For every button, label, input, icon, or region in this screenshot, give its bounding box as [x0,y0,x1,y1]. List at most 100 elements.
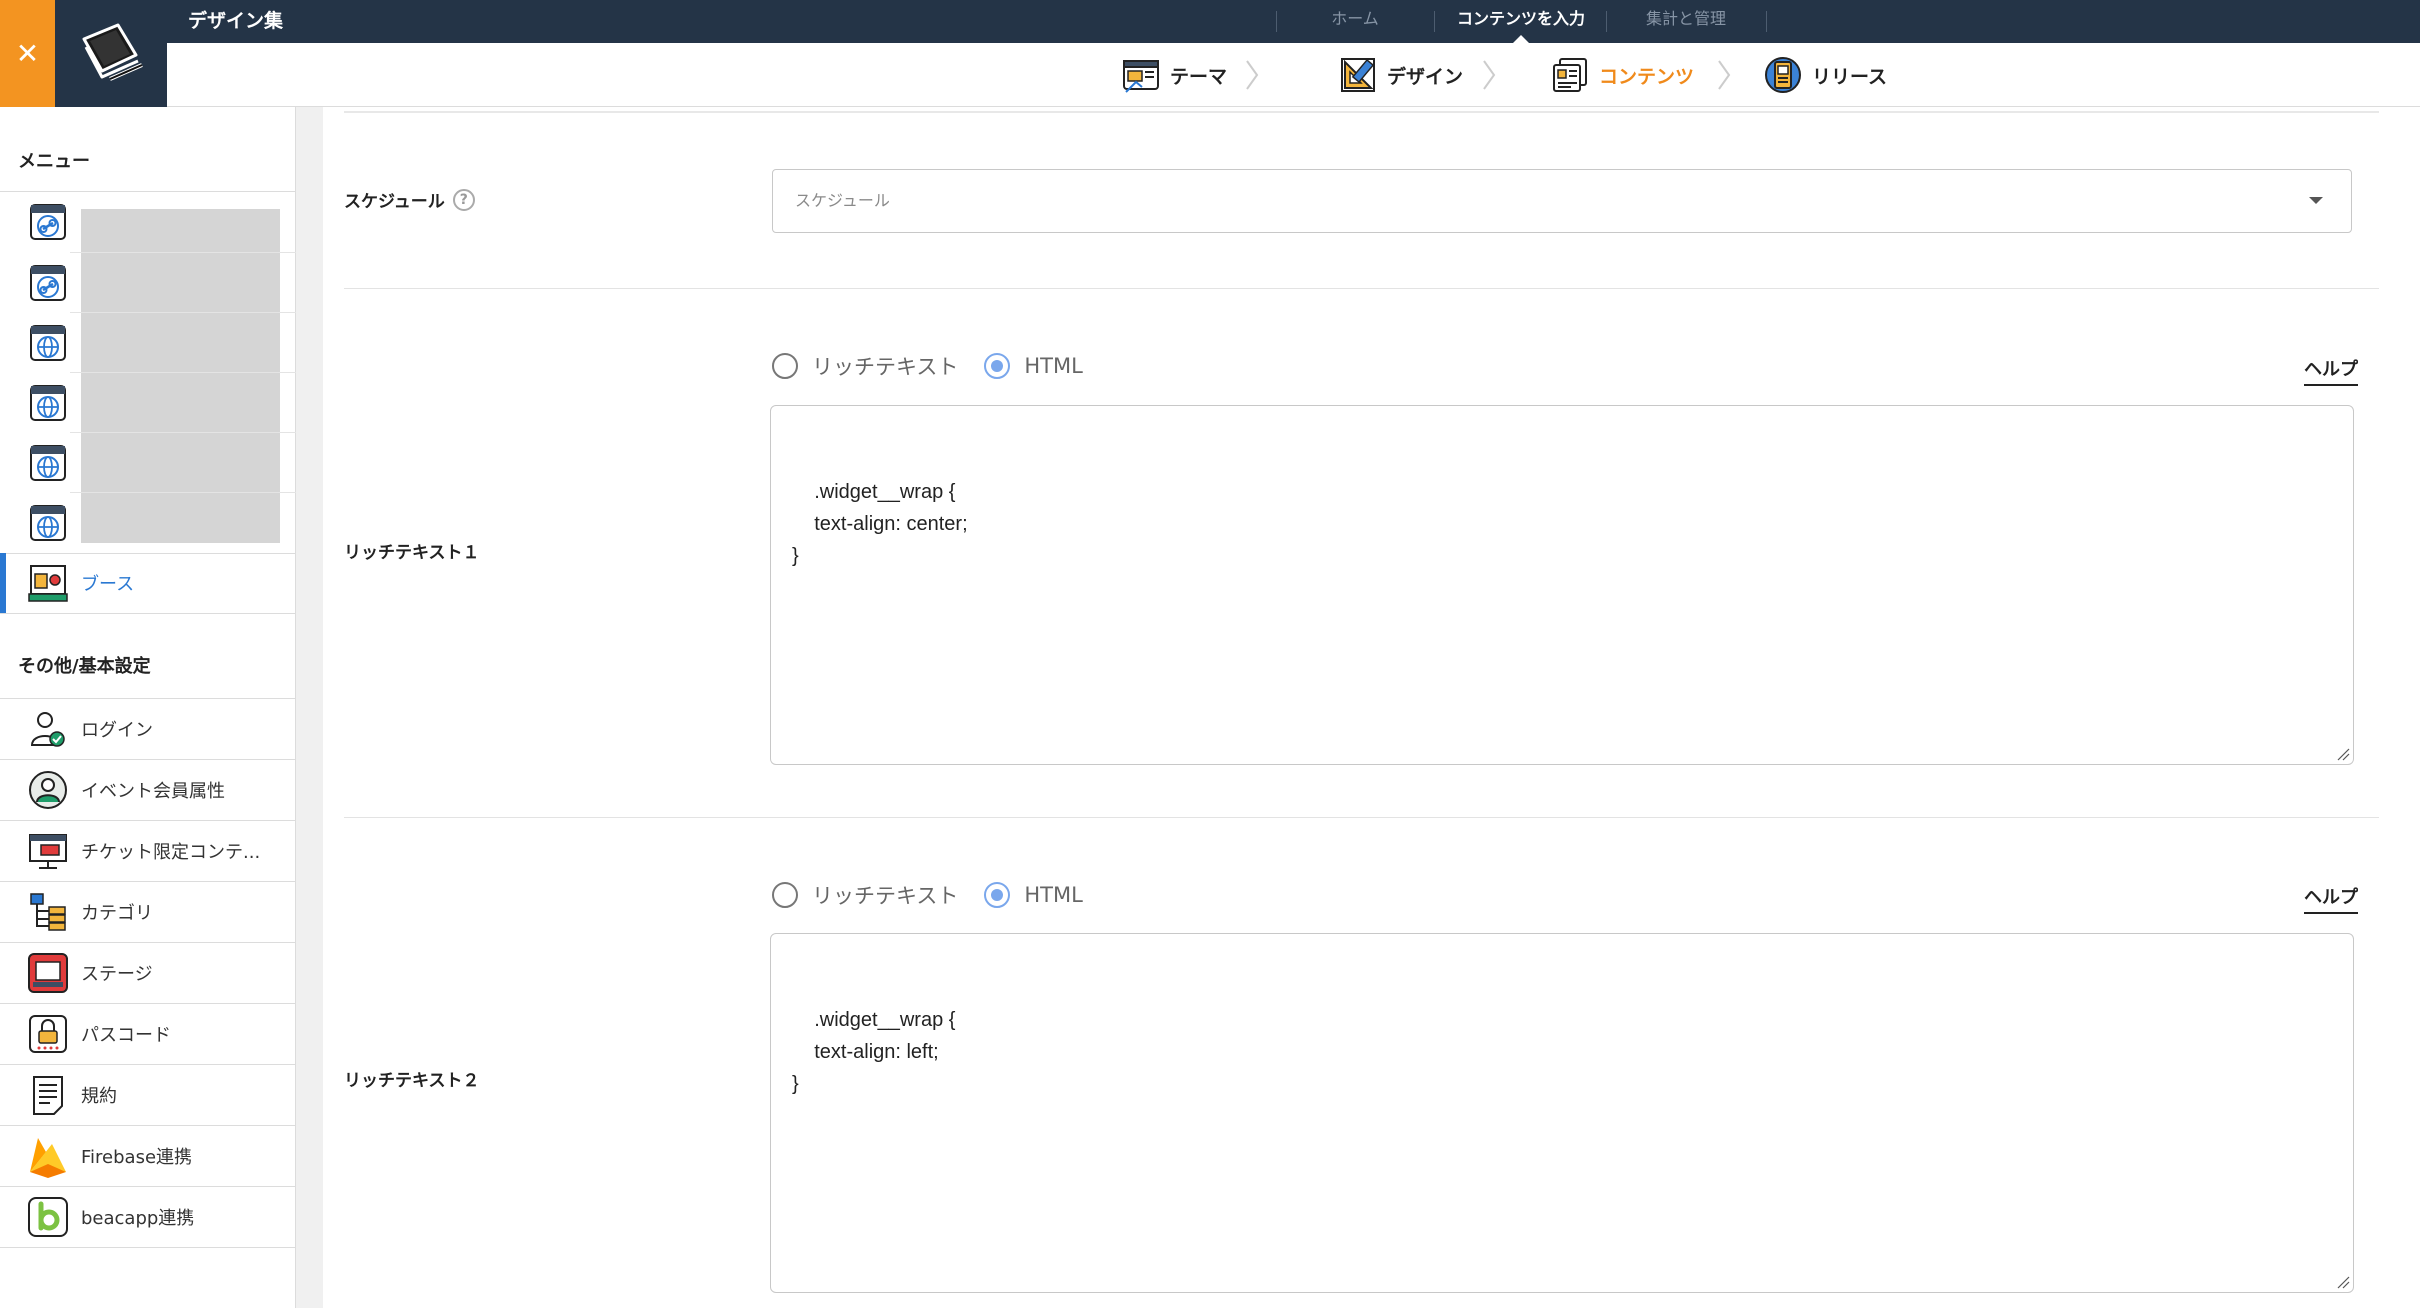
resize-handle-icon[interactable] [2336,747,2350,761]
sidebar-item-web-page[interactable] [0,493,296,553]
sidebar-item-label: カテゴリ [81,903,153,924]
link-page-icon [26,200,70,244]
field-label-text: スケジュール [344,192,445,212]
active-indicator [0,553,6,613]
nav-separator [1766,11,1767,32]
member-attribute-icon [26,768,70,812]
divider [0,613,296,614]
sidebar-item-label: ログイン [81,720,153,741]
richtext2-mode-group: リッチテキスト HTML [772,880,1109,910]
sidebar-item-stage[interactable]: ステージ [0,943,296,1003]
sidebar-item-passcode[interactable]: パスコード [0,1004,296,1064]
step-label: コンテンツ [1599,65,1695,88]
top-bar: デザイン集 ホーム コンテンツを入力 集計と管理 [0,0,2420,43]
sidebar-item-link-page[interactable] [0,192,296,252]
sidebar-item-link-page[interactable] [0,253,296,313]
radio-label: リッチテキスト [812,355,959,379]
richtext2-label: リッチテキスト２ [344,1071,480,1091]
booth-icon [26,561,70,605]
sidebar-item-label: ブース [81,574,135,595]
theme-icon [1123,60,1159,93]
nav-analytics[interactable]: 集計と管理 [1612,0,1760,43]
sidebar-item-category[interactable]: カテゴリ [0,882,296,942]
code-text: .widget__wrap { text-align: center; } [792,481,968,567]
sidebar-item-web-page[interactable] [0,433,296,493]
richtext1-mode-group: リッチテキスト HTML [772,351,1109,381]
ticket-content-icon [26,829,70,873]
link-page-icon [26,261,70,305]
richtext1-radio-html[interactable]: HTML [984,353,1083,379]
richtext2-radio-html[interactable]: HTML [984,882,1083,908]
close-button[interactable]: ✕ [0,0,55,107]
richtext2-radio-rich[interactable]: リッチテキスト [772,880,958,910]
sidebar-item-login[interactable]: ログイン [0,699,296,759]
richtext1-radio-rich[interactable]: リッチテキスト [772,351,958,381]
beacapp-icon [26,1195,70,1239]
select-placeholder: スケジュール [795,191,890,210]
divider [344,288,2379,289]
contents-icon [1553,58,1587,92]
step-label: デザイン [1387,65,1464,88]
sidebar-item-label: beacapp連携 [81,1208,195,1229]
sidebar-item-label: パスコード [81,1025,171,1046]
sidebar-item-web-page[interactable] [0,313,296,373]
design-ruler-icon [1341,58,1375,92]
richtext1-editor[interactable]: .widget__wrap { text-align: center; } [770,405,2354,765]
code-text: .widget__wrap { text-align: left; } [792,1009,956,1095]
sidebar-item-beacapp[interactable]: beacapp連携 [0,1187,296,1247]
login-user-icon [26,707,70,751]
close-icon: ✕ [15,37,40,70]
divider [0,1247,296,1248]
richtext2-editor[interactable]: .widget__wrap { text-align: left; } [770,933,2354,1293]
richtext1-help-link[interactable]: ヘルプ [2304,355,2358,386]
sidebar-item-terms[interactable]: 規約 [0,1065,296,1125]
resize-handle-icon[interactable] [2336,1275,2350,1289]
notebook-pen-icon [82,23,143,81]
stage-icon [26,951,70,995]
sidebar-item-firebase[interactable]: Firebase連携 [0,1126,296,1186]
other-settings-heading: その他/基本設定 [18,656,151,677]
main-content: スケジュール ? スケジュール リッチテキスト１ リッチテキスト HTML ヘル… [323,107,2420,1308]
step-design[interactable]: デザイン [1339,55,1463,95]
radio-label: HTML [1024,354,1083,378]
sidebar-item-ticket-content[interactable]: チケット限定コンテ... [0,821,296,881]
category-icon [26,890,70,934]
step-theme[interactable]: テーマ [1122,55,1227,95]
richtext1-label: リッチテキスト１ [344,543,480,563]
radio-circle [984,353,1011,379]
sidebar-item-label: ステージ [81,964,153,985]
passcode-lock-icon [26,1012,70,1056]
radio-circle [772,882,798,908]
sidebar-item-label: Firebase連携 [81,1147,193,1168]
radio-label: リッチテキスト [812,884,959,908]
globe-page-icon [26,321,70,365]
nav-home[interactable]: ホーム [1284,0,1426,43]
richtext2-help-link[interactable]: ヘルプ [2304,883,2358,914]
question-icon[interactable]: ? [452,188,475,211]
divider [344,817,2379,818]
divider [344,111,2379,113]
schedule-select[interactable]: スケジュール [772,169,2352,233]
radio-circle [984,882,1011,908]
menu-heading: メニュー [18,151,90,172]
nav-separator [1606,11,1607,32]
release-icon [1765,57,1801,93]
chevron-right-icon [1483,60,1496,90]
step-contents[interactable]: コンテンツ [1551,55,1694,95]
radio-circle [772,353,798,379]
globe-page-icon [26,381,70,425]
nav-active-caret [1513,35,1529,43]
step-label: テーマ [1170,65,1228,88]
sidebar-item-label: チケット限定コンテ... [81,842,261,863]
app-logo[interactable] [55,0,167,107]
step-label: リリース [1812,65,1888,88]
sidebar-item-web-page[interactable] [0,373,296,433]
nav-separator [1434,11,1435,32]
top-nav: ホーム コンテンツを入力 集計と管理 [0,0,2420,43]
radio-label: HTML [1024,883,1083,907]
dropdown-arrow-icon [2309,197,2323,204]
step-release[interactable]: リリース [1764,55,1887,95]
sidebar: メニュー ブース その他/基本設定 ログイン イベント会員属性 チケット限定コン… [0,107,296,1308]
sidebar-item-member-attributes[interactable]: イベント会員属性 [0,760,296,820]
sidebar-item-booth[interactable]: ブース [0,553,296,613]
